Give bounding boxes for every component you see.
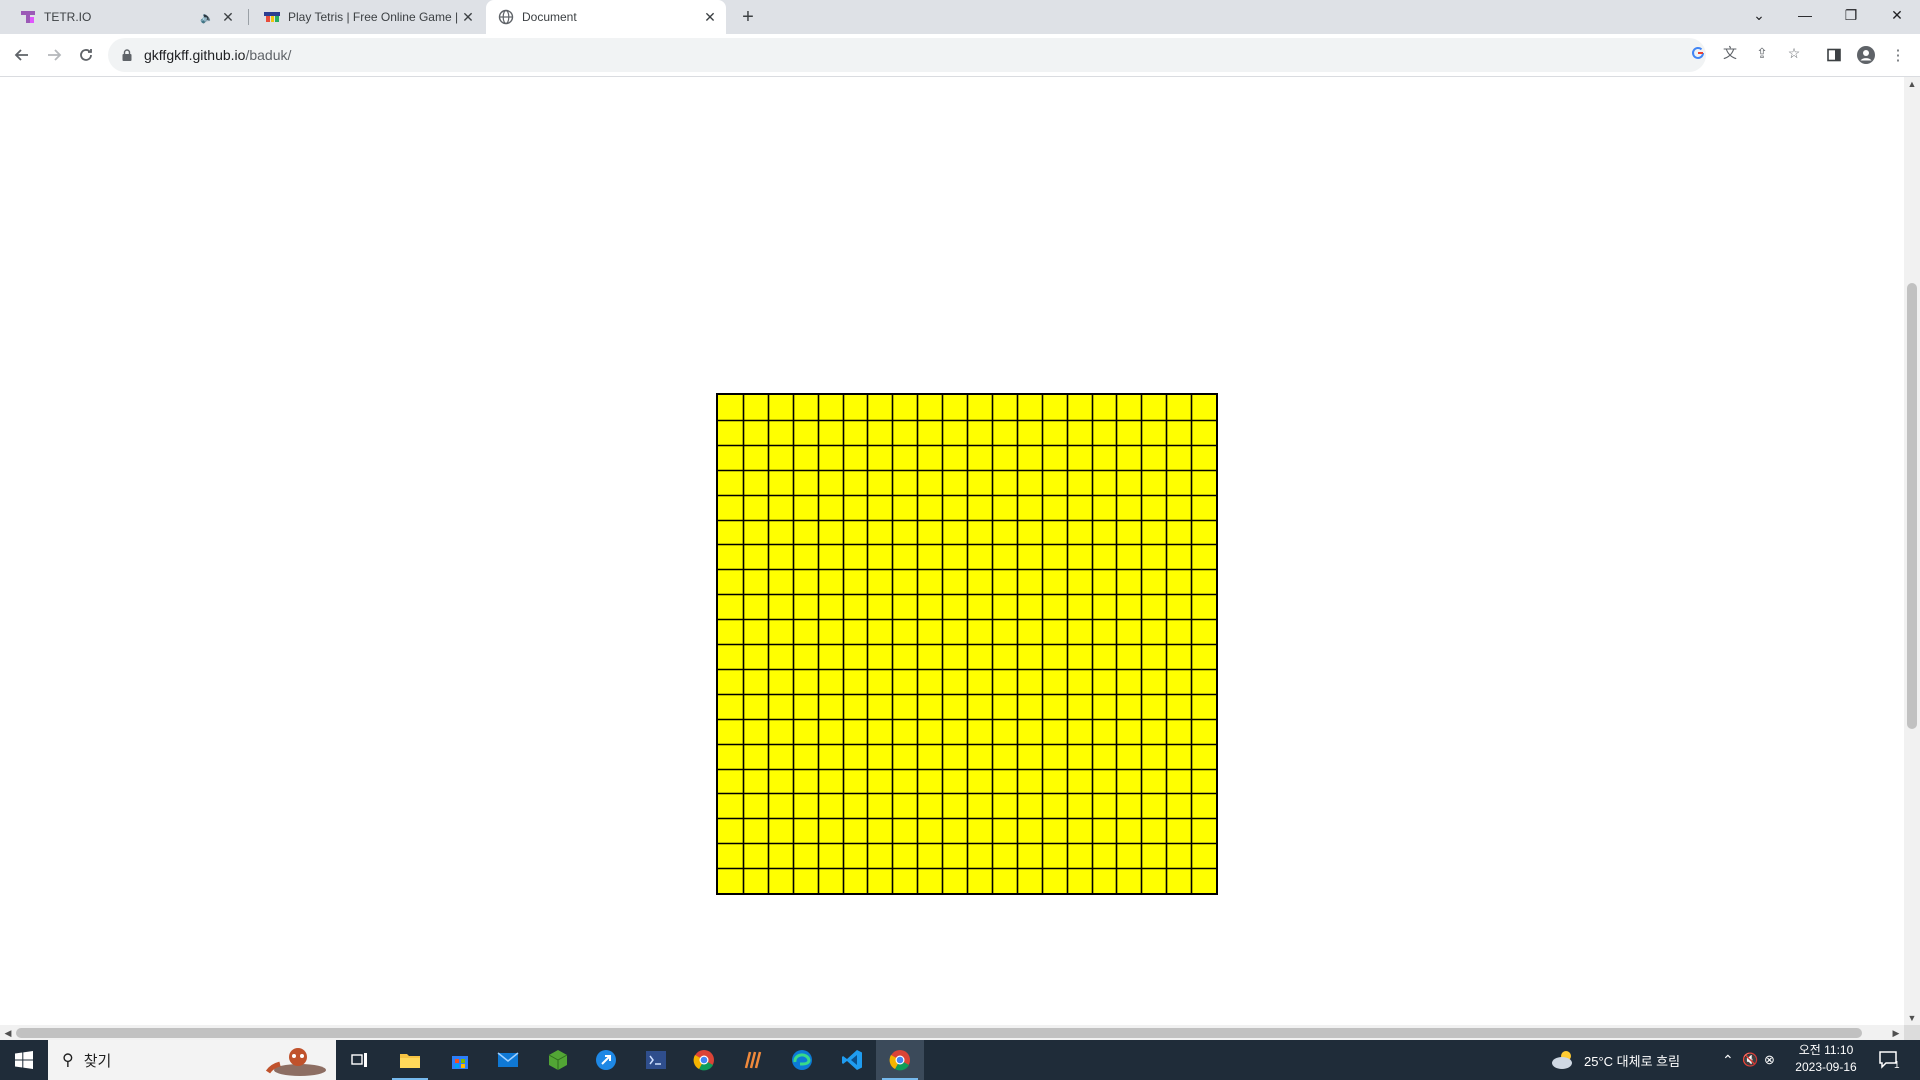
blue-app-icon[interactable] bbox=[582, 1040, 630, 1080]
weather-widget[interactable]: 25°C 대체로 흐림 bbox=[1550, 1040, 1680, 1080]
clock-time: 오전 11:10 bbox=[1798, 1043, 1854, 1057]
arrow-right-icon bbox=[48, 49, 62, 61]
scroll-down-icon[interactable]: ▼ bbox=[1904, 1011, 1920, 1025]
dark-blue-app-icon bbox=[646, 1051, 666, 1069]
store-bag-icon bbox=[452, 1056, 468, 1069]
vertical-scroll-thumb[interactable] bbox=[1907, 283, 1917, 729]
horizontal-scroll-thumb[interactable] bbox=[16, 1028, 1862, 1038]
tab-title: Play Tetris | Free Online Game | bbox=[288, 10, 459, 24]
avatar-icon bbox=[1857, 46, 1875, 64]
horizontal-scrollbar[interactable]: ◀ ▶ bbox=[0, 1025, 1904, 1041]
windows-taskbar: ⚲ 찾기 25°C 대체로 흐림 ⌃ 🔇 ⊗ 오전 11:10 2023-09-… bbox=[0, 1040, 1920, 1080]
share-icon[interactable]: ⇪ bbox=[1752, 43, 1772, 63]
tray-overflow-chevron-icon[interactable]: ⌃ bbox=[1722, 1040, 1734, 1080]
chrome-logo-icon bbox=[889, 1050, 910, 1071]
speaker-muted-icon[interactable]: 🔇 bbox=[1742, 1040, 1758, 1080]
chrome-logo-icon bbox=[693, 1050, 714, 1071]
red-panda-search-highlight-icon bbox=[265, 1048, 326, 1076]
mail-icon[interactable] bbox=[484, 1040, 532, 1080]
close-tab-icon[interactable]: ✕ bbox=[220, 9, 236, 25]
google-lens-icon[interactable] bbox=[1688, 43, 1708, 63]
tab-title: Document bbox=[522, 10, 577, 24]
bookmark-star-icon[interactable]: ☆ bbox=[1784, 43, 1804, 63]
reload-button[interactable] bbox=[72, 41, 100, 69]
start-button[interactable] bbox=[0, 1040, 48, 1080]
board-grid[interactable] bbox=[718, 395, 1216, 893]
tetrio-favicon-icon bbox=[21, 11, 35, 23]
tab-document[interactable]: Document ✕ bbox=[486, 0, 726, 34]
scroll-left-icon[interactable]: ◀ bbox=[0, 1025, 16, 1041]
green-cube-icon bbox=[548, 1050, 568, 1070]
taskbar-clock[interactable]: 오전 11:10 2023-09-16 bbox=[1790, 1042, 1862, 1076]
edge-logo-icon bbox=[792, 1050, 812, 1070]
taskbar-search-box[interactable]: ⚲ 찾기 bbox=[48, 1040, 336, 1080]
search-icon: ⚲ bbox=[62, 1052, 74, 1069]
lock-icon[interactable] bbox=[120, 48, 134, 62]
minecraft-launcher-icon[interactable] bbox=[534, 1040, 582, 1080]
vertical-scrollbar[interactable]: ▲ ▼ bbox=[1904, 77, 1920, 1025]
tetris-favicon-icon bbox=[264, 12, 280, 22]
profile-avatar-icon[interactable] bbox=[1854, 43, 1878, 67]
side-panel-icon[interactable] bbox=[1822, 43, 1846, 67]
code-editor-icon[interactable] bbox=[632, 1040, 680, 1080]
side-panel-glyph-icon bbox=[1827, 48, 1841, 62]
url-path: /baduk/ bbox=[245, 47, 292, 63]
forward-button[interactable] bbox=[40, 41, 68, 69]
scroll-right-icon[interactable]: ▶ bbox=[1888, 1025, 1904, 1041]
globe-icon bbox=[498, 9, 514, 25]
close-tab-icon[interactable]: ✕ bbox=[702, 9, 718, 25]
tab-separator bbox=[248, 9, 249, 25]
edge-icon[interactable] bbox=[778, 1040, 826, 1080]
google-g-icon bbox=[1692, 46, 1704, 59]
scrollbar-corner bbox=[1904, 1025, 1920, 1041]
close-tab-icon[interactable]: ✕ bbox=[460, 9, 476, 25]
scroll-up-icon[interactable]: ▲ bbox=[1904, 77, 1920, 91]
tab-search-chevron-icon[interactable]: ⌄ bbox=[1736, 0, 1782, 30]
stripes-app-icon[interactable] bbox=[730, 1040, 778, 1080]
arrow-left-icon bbox=[14, 49, 28, 61]
speaker-muted-icon[interactable]: 🔈 bbox=[200, 11, 214, 24]
orange-stripes-icon bbox=[744, 1051, 762, 1069]
chrome-running-icon[interactable] bbox=[876, 1040, 924, 1080]
network-disconnected-icon[interactable]: ⊗ bbox=[1764, 1040, 1775, 1080]
blue-circle-arrow-icon bbox=[596, 1050, 616, 1070]
vscode-icon[interactable] bbox=[828, 1040, 876, 1080]
microsoft-store-icon[interactable] bbox=[436, 1040, 484, 1080]
browser-toolbar: gkffgkff.github.io/baduk/ 文 ⇪ ☆ ⋮ bbox=[0, 34, 1920, 77]
baduk-board[interactable] bbox=[716, 393, 1218, 895]
address-bar[interactable]: gkffgkff.github.io/baduk/ bbox=[108, 38, 1706, 72]
task-view-icon[interactable] bbox=[336, 1040, 384, 1080]
search-placeholder: 찾기 bbox=[83, 1052, 112, 1070]
file-explorer-icon[interactable] bbox=[386, 1040, 434, 1080]
tab-title: TETR.IO bbox=[44, 10, 92, 24]
reload-icon bbox=[80, 49, 92, 61]
windows-logo-icon bbox=[15, 1051, 33, 1069]
notification-center-icon[interactable]: 1 bbox=[1878, 1040, 1900, 1080]
restore-icon[interactable]: ❐ bbox=[1828, 0, 1874, 30]
task-view-glyph-icon bbox=[351, 1053, 367, 1067]
tab-tetrio[interactable]: TETR.IO 🔈 ✕ bbox=[8, 0, 244, 34]
page-viewport bbox=[0, 77, 1904, 1025]
new-tab-button[interactable]: + bbox=[736, 7, 760, 27]
envelope-icon bbox=[497, 1052, 519, 1067]
translate-icon[interactable]: 文 bbox=[1720, 43, 1740, 63]
cloudy-weather-icon bbox=[1552, 1051, 1572, 1069]
tab-play-tetris[interactable]: Play Tetris | Free Online Game | ✕ bbox=[252, 0, 484, 34]
clock-date: 2023-09-16 bbox=[1795, 1060, 1857, 1074]
chrome-icon[interactable] bbox=[680, 1040, 728, 1080]
notification-count: 1 bbox=[1894, 1059, 1900, 1071]
back-button[interactable] bbox=[8, 41, 36, 69]
menu-kebab-icon[interactable]: ⋮ bbox=[1886, 43, 1910, 67]
tab-strip: TETR.IO 🔈 ✕ Play Tetris | Free Online Ga… bbox=[0, 0, 1920, 34]
folder-icon bbox=[400, 1054, 420, 1068]
url-host: gkffgkff.github.io bbox=[144, 47, 246, 63]
minimize-icon[interactable]: — bbox=[1782, 0, 1828, 30]
vscode-logo-icon bbox=[842, 1050, 862, 1070]
weather-text: 25°C 대체로 흐림 bbox=[1584, 1053, 1681, 1069]
close-window-icon[interactable]: ✕ bbox=[1874, 0, 1920, 30]
url-text: gkffgkff.github.io/baduk/ bbox=[144, 47, 291, 63]
